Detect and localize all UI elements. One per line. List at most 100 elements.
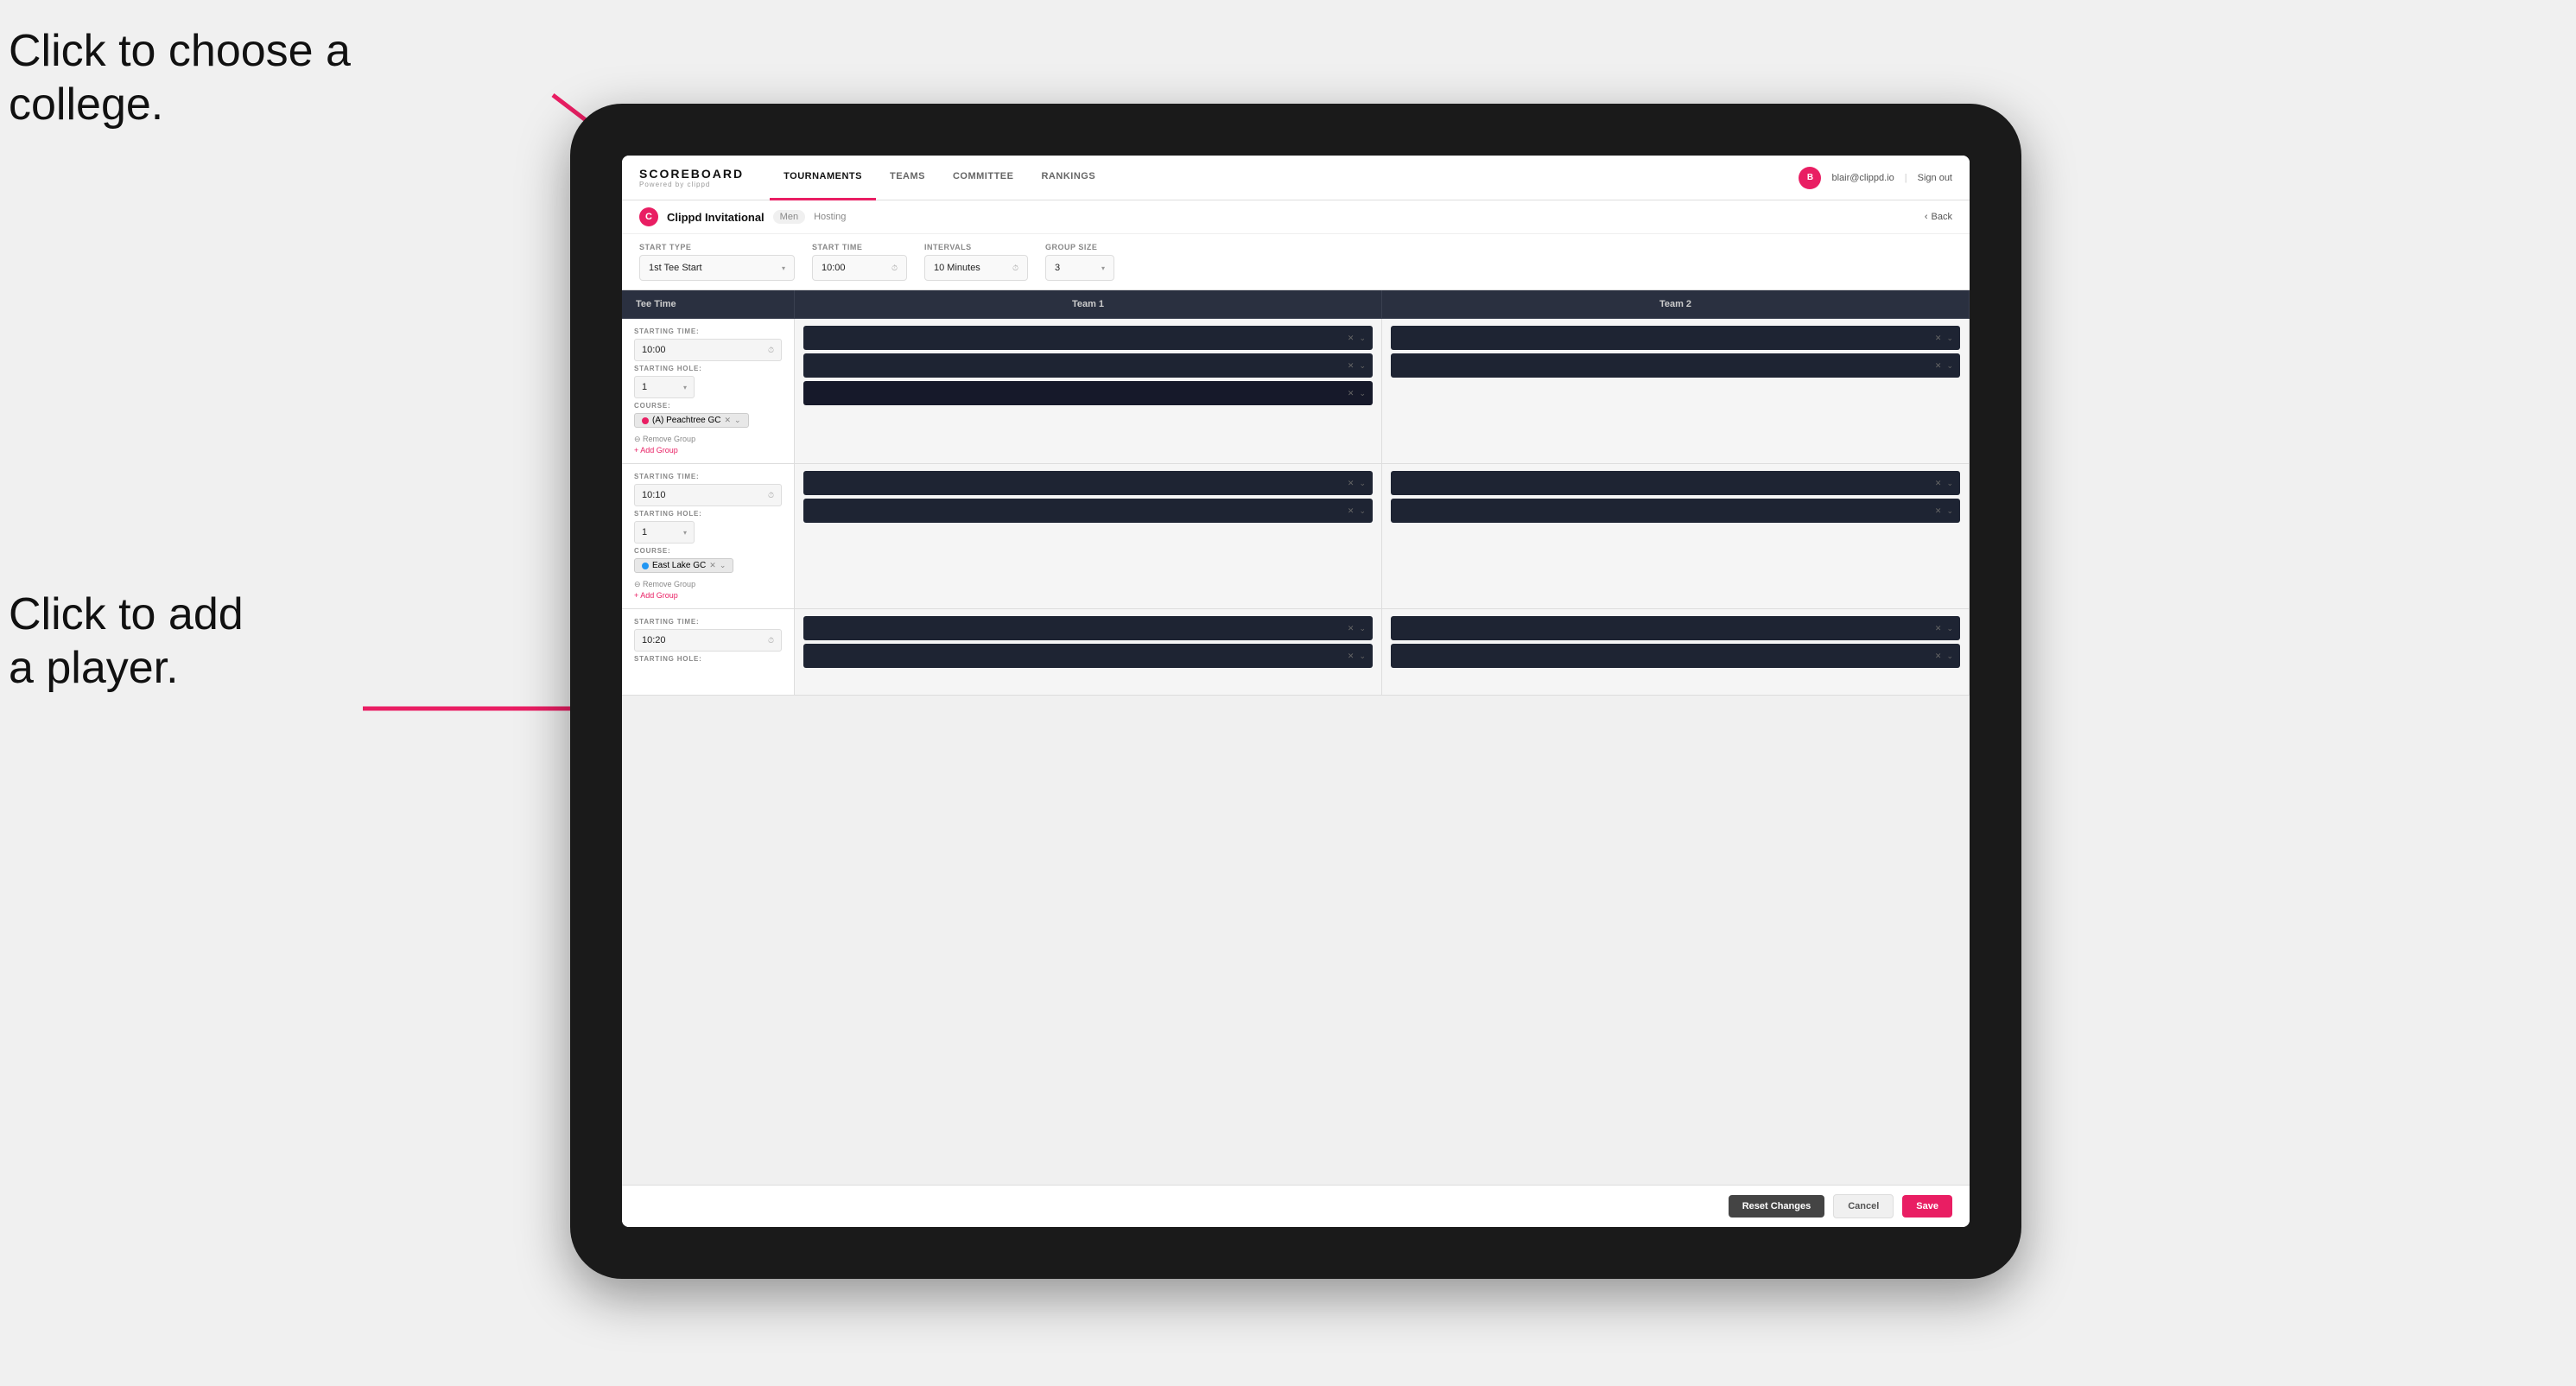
remove-course-icon-2[interactable]: ✕ (709, 561, 716, 570)
remove-group-link-2[interactable]: ⊖ Remove Group (634, 580, 782, 589)
group-1-left: STARTING TIME: 10:00 ⏱ STARTING HOLE: 1 … (622, 319, 795, 463)
remove-player-icon[interactable]: ✕ (1935, 652, 1942, 661)
start-time-input[interactable]: 10:00 ⏱ (812, 255, 907, 281)
save-button[interactable]: Save (1902, 1195, 1952, 1218)
intervals-label: Intervals (924, 243, 1028, 251)
add-group-link-1[interactable]: + Add Group (634, 446, 782, 455)
player-slot-actions: ✕ ⌄ (1348, 652, 1366, 661)
chevron-player-icon[interactable]: ⌄ (1946, 361, 1953, 371)
remove-group-link-1[interactable]: ⊖ Remove Group (634, 435, 782, 444)
separator: | (1905, 173, 1907, 183)
add-group-link-2[interactable]: + Add Group (634, 591, 782, 600)
sign-out-link[interactable]: Sign out (1918, 173, 1952, 183)
intervals-select[interactable]: 10 Minutes ⏱ (924, 255, 1028, 281)
player-slot[interactable]: ✕ ⌄ (1391, 326, 1960, 350)
player-slot[interactable]: ✕ ⌄ (1391, 644, 1960, 668)
starting-hole-label-1: STARTING HOLE: (634, 365, 782, 372)
course-dot-2 (642, 563, 649, 569)
player-slot-actions: ✕ ⌄ (1935, 361, 1953, 371)
hosting-label: Hosting (814, 212, 846, 222)
starting-hole-input-1[interactable]: 1 ▾ (634, 376, 695, 398)
chevron-player-icon[interactable]: ⌄ (1946, 479, 1953, 488)
chevron-down-icon-3: ▾ (683, 384, 687, 391)
start-type-select[interactable]: 1st Tee Start ▾ (639, 255, 795, 281)
starting-time-input-3[interactable]: 10:20 ⏱ (634, 629, 782, 652)
nav-tab-rankings[interactable]: RANKINGS (1027, 156, 1109, 200)
starting-time-input-1[interactable]: 10:00 ⏱ (634, 339, 782, 361)
cancel-button[interactable]: Cancel (1833, 1194, 1894, 1218)
remove-player-icon[interactable]: ✕ (1935, 334, 1942, 343)
group-3-left: STARTING TIME: 10:20 ⏱ STARTING HOLE: (622, 609, 795, 695)
player-slot[interactable]: ✕ ⌄ (1391, 616, 1960, 640)
chevron-player-icon[interactable]: ⌄ (1946, 624, 1953, 633)
chevron-course-icon-2[interactable]: ⌄ (720, 561, 726, 570)
remove-player-icon[interactable]: ✕ (1935, 479, 1942, 488)
remove-player-icon[interactable]: ✕ (1348, 652, 1355, 661)
nav-tab-committee[interactable]: COMMITTEE (939, 156, 1028, 200)
group-size-group: Group Size 3 ▾ (1045, 243, 1114, 281)
remove-player-icon[interactable]: ✕ (1348, 624, 1355, 633)
player-slot[interactable]: ✕ ⌄ (803, 616, 1373, 640)
player-slot[interactable]: ✕ ⌄ (1391, 471, 1960, 495)
remove-course-icon-1[interactable]: ✕ (724, 416, 731, 425)
player-slot[interactable]: ✕ ⌄ (803, 471, 1373, 495)
chevron-course-icon-1[interactable]: ⌄ (734, 416, 741, 425)
team2-cell-1: ✕ ⌄ ✕ ⌄ (1382, 319, 1970, 463)
player-slot[interactable]: ✕ ⌄ (1391, 353, 1960, 378)
remove-player-icon[interactable]: ✕ (1348, 389, 1355, 398)
remove-player-icon[interactable]: ✕ (1348, 506, 1355, 516)
player-slot[interactable]: ✕ ⌄ (803, 326, 1373, 350)
chevron-player-icon[interactable]: ⌄ (1946, 506, 1953, 516)
intervals-group: Intervals 10 Minutes ⏱ (924, 243, 1028, 281)
group-size-label: Group Size (1045, 243, 1114, 251)
reset-button[interactable]: Reset Changes (1729, 1195, 1824, 1218)
remove-player-icon[interactable]: ✕ (1348, 479, 1355, 488)
course-tag-2[interactable]: East Lake GC ✕ ⌄ (634, 558, 733, 573)
nav-tab-tournaments[interactable]: TOURNAMENTS (770, 156, 876, 200)
chevron-player-icon[interactable]: ⌄ (1946, 334, 1953, 343)
player-slot-actions: ✕ ⌄ (1935, 506, 1953, 516)
group-size-select[interactable]: 3 ▾ (1045, 255, 1114, 281)
clock-icon-3: ⏱ (768, 346, 774, 355)
player-slot-actions: ✕ ⌄ (1935, 334, 1953, 343)
chevron-player-icon[interactable]: ⌄ (1359, 506, 1366, 516)
remove-player-icon[interactable]: ✕ (1348, 334, 1355, 343)
sub-header-logo: C (639, 207, 658, 226)
starting-time-input-2[interactable]: 10:10 ⏱ (634, 484, 782, 506)
start-time-label: Start Time (812, 243, 907, 251)
schedule-area[interactable]: Tee Time Team 1 Team 2 STARTING TIME: 10… (622, 290, 1970, 1185)
starting-hole-input-2[interactable]: 1 ▾ (634, 521, 695, 544)
player-slot[interactable]: ✕ ⌄ (1391, 499, 1960, 523)
chevron-player-icon[interactable]: ⌄ (1359, 361, 1366, 371)
remove-player-icon[interactable]: ✕ (1935, 361, 1942, 371)
remove-player-icon[interactable]: ✕ (1935, 624, 1942, 633)
start-type-group: Start Type 1st Tee Start ▾ (639, 243, 795, 281)
course-dot-1 (642, 417, 649, 424)
chevron-player-icon[interactable]: ⌄ (1359, 624, 1366, 633)
player-slot[interactable]: ✕ ⌄ (803, 499, 1373, 523)
team2-cell-2: ✕ ⌄ ✕ ⌄ (1382, 464, 1970, 608)
player-slot-actions: ✕ ⌄ (1348, 624, 1366, 633)
nav-tabs: TOURNAMENTS TEAMS COMMITTEE RANKINGS (770, 156, 1799, 200)
starting-hole-label-2: STARTING HOLE: (634, 510, 782, 518)
start-time-group: Start Time 10:00 ⏱ (812, 243, 907, 281)
chevron-player-icon[interactable]: ⌄ (1946, 652, 1953, 661)
player-slot[interactable]: ✕ ⌄ (803, 644, 1373, 668)
app-header: SCOREBOARD Powered by clippd TOURNAMENTS… (622, 156, 1970, 200)
sub-header: C Clippd Invitational Men Hosting ‹ Back (622, 200, 1970, 234)
chevron-player-icon[interactable]: ⌄ (1359, 652, 1366, 661)
remove-player-icon[interactable]: ✕ (1935, 506, 1942, 516)
player-slot[interactable]: ✕ ⌄ (803, 381, 1373, 405)
back-button[interactable]: ‹ Back (1925, 212, 1952, 222)
team1-cell-3: ✕ ⌄ ✕ ⌄ (795, 609, 1382, 695)
player-slot[interactable]: ✕ ⌄ (803, 353, 1373, 378)
remove-player-icon[interactable]: ✕ (1348, 361, 1355, 371)
chevron-player-icon[interactable]: ⌄ (1359, 334, 1366, 343)
chevron-player-icon[interactable]: ⌄ (1359, 389, 1366, 398)
course-tag-1[interactable]: (A) Peachtree GC ✕ ⌄ (634, 413, 749, 428)
chevron-player-icon[interactable]: ⌄ (1359, 479, 1366, 488)
header-right: B blair@clippd.io | Sign out (1799, 167, 1952, 189)
group-row: STARTING TIME: 10:10 ⏱ STARTING HOLE: 1 … (622, 464, 1970, 609)
form-controls: Start Type 1st Tee Start ▾ Start Time 10… (622, 234, 1970, 290)
nav-tab-teams[interactable]: TEAMS (876, 156, 939, 200)
